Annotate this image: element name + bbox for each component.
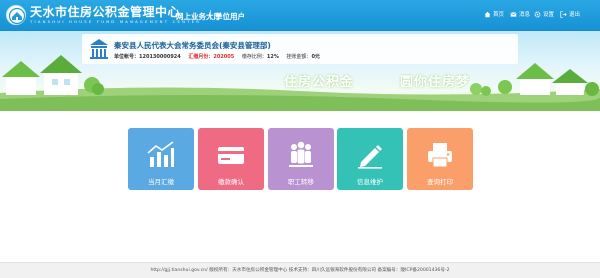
logo-icon xyxy=(6,5,26,25)
nav-divider xyxy=(210,10,211,20)
exit-link-label: 退出 xyxy=(569,12,581,18)
tile-staff-transfer[interactable]: 职工转移 xyxy=(268,128,334,190)
tile-query-print[interactable]: 查询打印 xyxy=(407,128,473,190)
edit-pencil-icon xyxy=(358,145,382,169)
organization-name: 秦安县人民代表大会常务委员会(秦安县管理部) xyxy=(114,41,271,50)
message-icon xyxy=(510,11,517,17)
account-meta-line: 单位帐号：120130000924 汇缴月份：202005 缴存比例：12% 挂… xyxy=(114,53,320,60)
account-number-value: 120130000924 xyxy=(139,54,181,60)
deposit-ratio-value: 12% xyxy=(266,54,279,60)
tile-query-print-label: 查询打印 xyxy=(427,178,453,186)
gear-icon xyxy=(534,11,541,17)
exit-link[interactable]: 退出 xyxy=(560,10,580,18)
balance-value: 0元 xyxy=(311,54,320,60)
settings-link-label: 设置 xyxy=(543,12,555,18)
home-link[interactable]: 首页 xyxy=(484,10,504,18)
tile-info-maintenance-label: 信息维护 xyxy=(357,178,383,186)
footer: http://gjj.tianshui.gov.cn/ 版权所有：天水市住房公积… xyxy=(0,262,600,278)
printer-icon xyxy=(428,143,452,168)
account-number-label: 单位帐号： xyxy=(114,54,140,60)
tile-info-maintenance[interactable]: 信息维护 xyxy=(337,128,403,190)
slogan-housing-dream: 圆你住房梦 xyxy=(400,75,471,90)
banner: 秦安县人民代表大会常务委员会(秦安县管理部) 单位帐号：120130000924… xyxy=(0,31,600,111)
payment-card-icon xyxy=(218,147,244,164)
bar-chart-icon xyxy=(147,141,174,167)
home-icon xyxy=(484,11,491,17)
paid-month-label: 汇缴月份： xyxy=(188,54,214,60)
tile-payment-confirm[interactable]: 缴款确认 xyxy=(198,128,264,190)
building-icon xyxy=(90,39,108,59)
nav-unit-user[interactable]: 单位用户 xyxy=(215,11,245,22)
logout-icon xyxy=(560,10,567,18)
footer-copyright: http://gjj.tianshui.gov.cn/ 版权所有：天水市住房公积… xyxy=(150,268,450,273)
account-info-panel: 秦安县人民代表大会常务委员会(秦安县管理部) 单位帐号：120130000924… xyxy=(82,34,518,64)
top-header-bar: 天水市住房公积金管理中心 TIANSHUI HOUSE FUND MANAGEM… xyxy=(0,0,600,31)
app-title: 天水市住房公积金管理中心 xyxy=(30,5,181,19)
tile-monthly-remittance-label: 当月汇缴 xyxy=(148,178,174,186)
home-link-label: 首页 xyxy=(493,12,505,18)
balance-label: 挂账金额： xyxy=(286,54,312,60)
deposit-ratio-label: 缴存比例： xyxy=(241,54,267,60)
messages-link-label: 消息 xyxy=(519,12,531,18)
messages-link[interactable]: 消息 xyxy=(510,10,530,18)
slogan-housing-fund: 住房公积金 xyxy=(284,75,355,90)
tile-staff-transfer-label: 职工转移 xyxy=(288,178,314,186)
staff-transfer-icon xyxy=(289,141,313,167)
tile-payment-confirm-label: 缴款确认 xyxy=(218,178,244,186)
paid-month-value: 202005 xyxy=(213,54,235,60)
tile-monthly-remittance[interactable]: 当月汇缴 xyxy=(128,128,194,190)
settings-link[interactable]: 设置 xyxy=(534,10,554,18)
